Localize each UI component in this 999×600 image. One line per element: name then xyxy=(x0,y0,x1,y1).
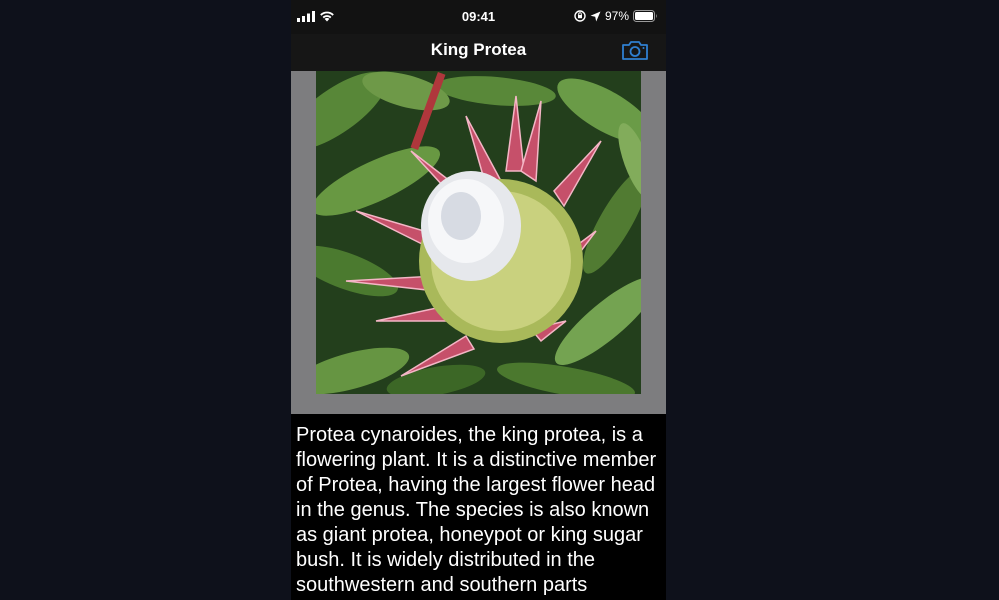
location-arrow-icon xyxy=(590,11,601,21)
status-bar: 09:41 97% xyxy=(291,0,666,34)
battery-percent: 97% xyxy=(604,9,629,23)
battery-icon xyxy=(633,10,657,22)
status-right: 97% xyxy=(574,9,658,23)
image-container xyxy=(291,71,666,414)
navigation-bar: King Protea xyxy=(291,34,666,71)
page-title: King Protea xyxy=(430,40,527,59)
protea-image xyxy=(316,71,641,394)
protea-photo xyxy=(316,71,641,394)
camera-button[interactable] xyxy=(621,39,649,61)
description-text: Protea cynaroides, the king protea, is a… xyxy=(296,424,657,596)
camera-icon xyxy=(622,41,648,60)
phone-screen: 09:41 97% King Protea Protea cynaroides,… xyxy=(291,0,666,600)
orientation-lock-icon xyxy=(574,10,586,22)
